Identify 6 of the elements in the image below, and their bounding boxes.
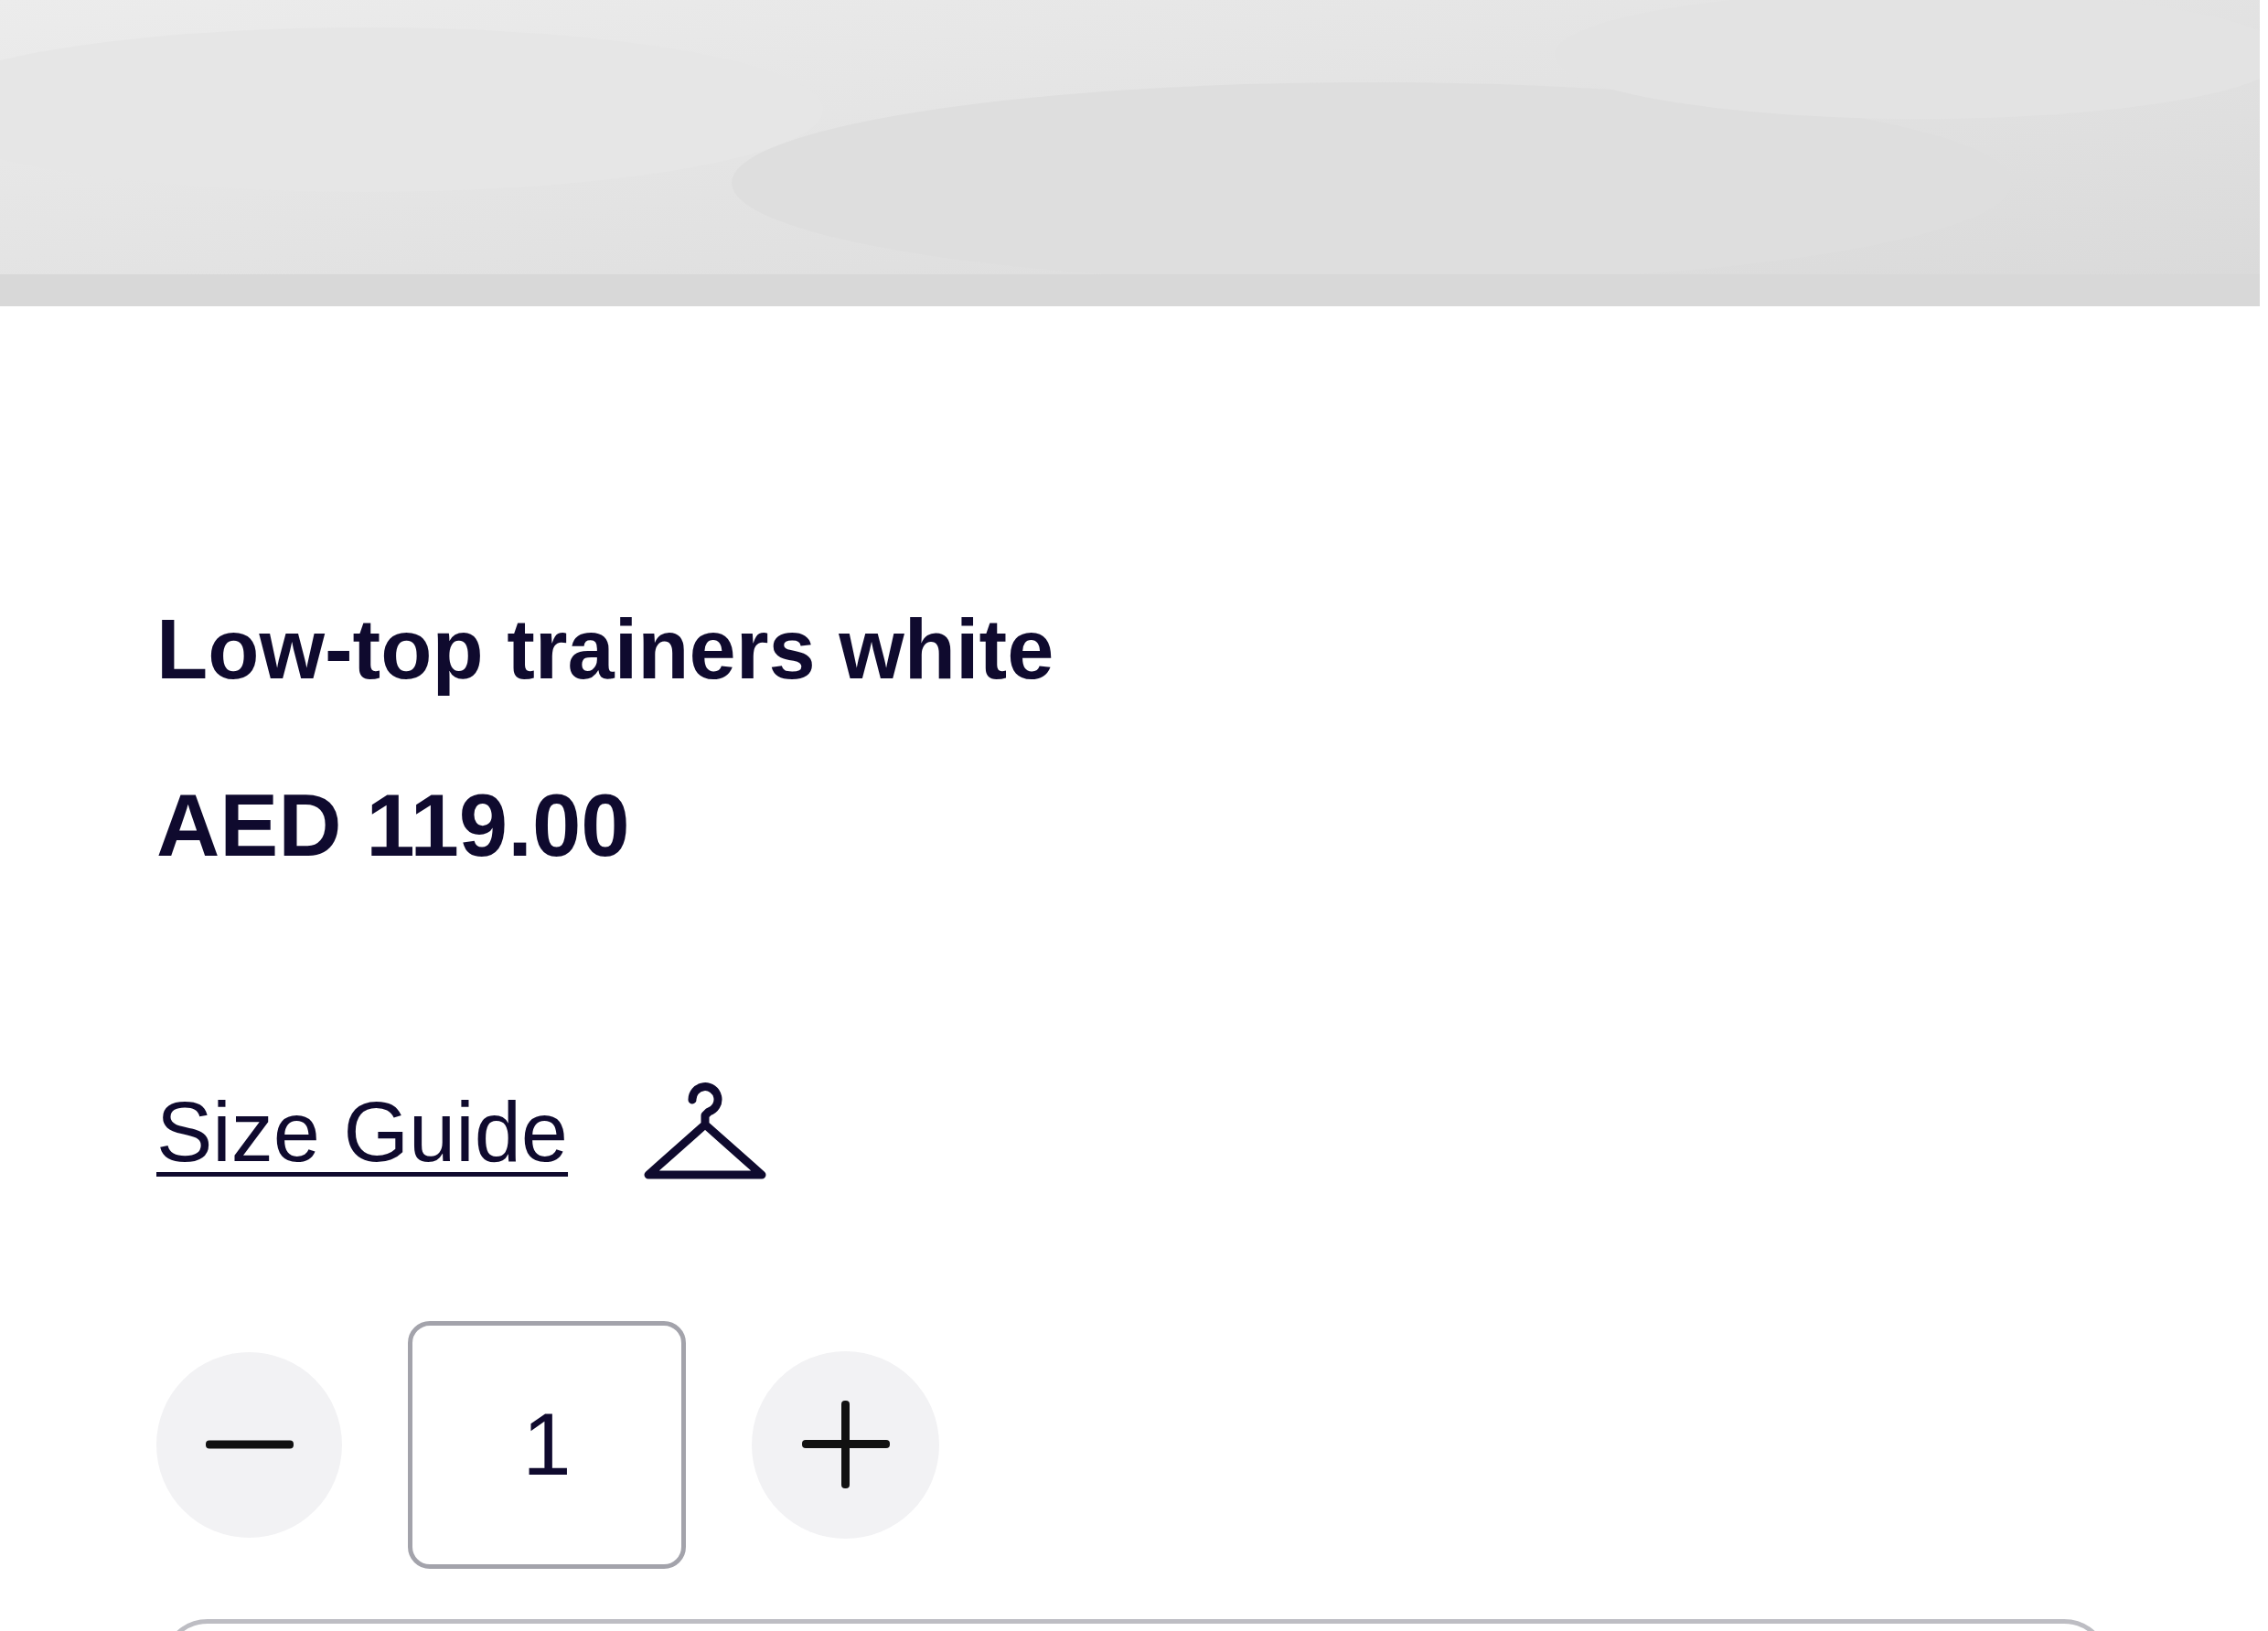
minus-icon	[205, 1440, 294, 1450]
product-price: AED 119.00	[156, 775, 630, 877]
size-guide-link[interactable]: Size Guide	[156, 1089, 569, 1174]
plus-icon	[801, 1401, 890, 1489]
product-title: Low-top trainers white	[156, 602, 1054, 698]
quantity-field[interactable]: 1	[408, 1320, 686, 1569]
